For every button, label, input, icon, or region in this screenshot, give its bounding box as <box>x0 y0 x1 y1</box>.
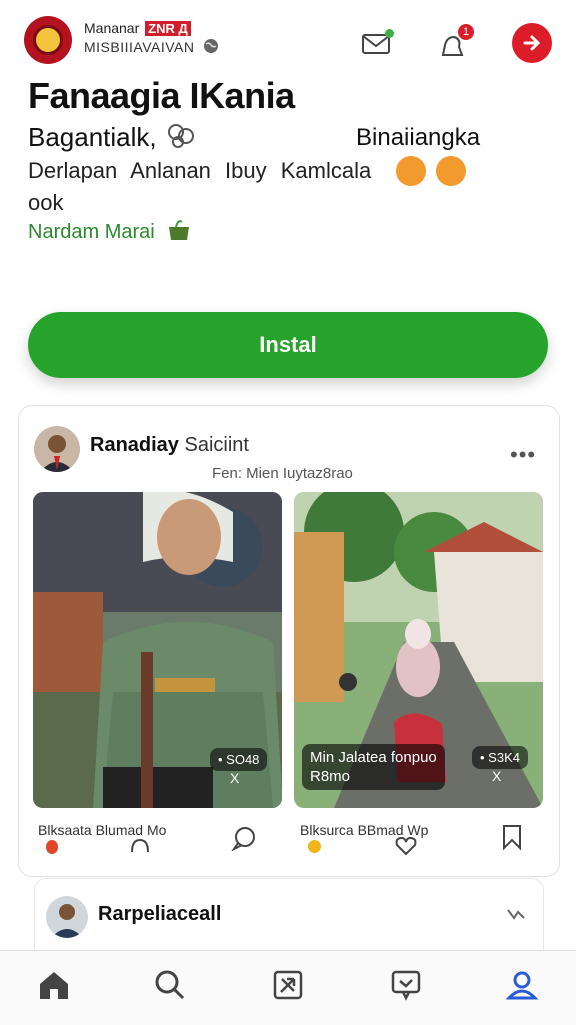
image-caption-line-2: R8mo <box>310 768 351 785</box>
create-icon <box>273 970 303 1000</box>
brand-tag: ZNR Д <box>145 21 191 36</box>
flower-icon <box>167 124 194 148</box>
post-2-author[interactable]: Rarpeliaceall <box>98 903 221 926</box>
author-avatar-2[interactable] <box>46 896 88 938</box>
face-emoji-icon-2 <box>436 156 466 186</box>
like-icon[interactable] <box>394 834 418 856</box>
tab-home[interactable] <box>34 965 74 1005</box>
arrow-right-icon <box>523 35 541 51</box>
author-avatar[interactable] <box>34 426 80 472</box>
brand-name: Mananar ZNR Д <box>84 20 191 36</box>
star-icon <box>308 840 321 853</box>
notification-badge: 1 <box>458 24 474 40</box>
mail-status-dot <box>385 29 394 38</box>
chevron-icon[interactable] <box>506 906 526 922</box>
notifications-button[interactable]: 1 <box>436 24 474 62</box>
post-subtitle: Fen: Mien Iuytaz8rao <box>212 465 353 482</box>
hero-line-1-right: Binaiiangka <box>356 124 481 151</box>
chat-bubble-icon[interactable] <box>230 825 258 851</box>
brand-line-2: MISBIIIAVAIVAN <box>84 39 195 55</box>
tab-create[interactable] <box>268 965 308 1005</box>
hero-line-3: ook <box>28 190 64 215</box>
bookmark-icon[interactable] <box>500 824 524 850</box>
page-title: Fanaagia IKania <box>28 75 295 116</box>
tab-search[interactable] <box>150 965 190 1005</box>
profile-icon <box>506 971 538 1000</box>
image-badge-left-close: X <box>230 770 240 786</box>
post-author-name: Ranadiay <box>90 434 179 456</box>
post-author-suffix: Saiciint <box>184 434 249 456</box>
pot-icon <box>169 220 190 240</box>
image-badge-right-close: X <box>492 768 502 784</box>
messages-icon <box>391 970 421 1001</box>
hero-green-label: Nardam Marai <box>28 218 192 244</box>
install-button[interactable]: Instal <box>28 312 548 378</box>
image-caption-line-1: Min Jalatea fonpuo <box>310 749 437 766</box>
post-author[interactable]: Ranadiay Saiciint <box>90 434 249 457</box>
hero-line-2: Derlapan Anlanan Ibuy Kamlcala <box>28 158 372 183</box>
globe-icon <box>204 39 218 53</box>
tab-messages[interactable] <box>386 965 426 1005</box>
comment-icon[interactable] <box>130 836 150 854</box>
brand-line-1: Mananar <box>84 20 140 36</box>
install-label: Instal <box>259 332 317 357</box>
more-options-button[interactable]: ••• <box>510 442 536 468</box>
image-badge-right: • S3K4 <box>472 746 528 769</box>
image-caption-right: Min Jalatea fonpuo R8mo <box>302 744 445 790</box>
mail-button[interactable] <box>359 26 394 60</box>
hero-line-1-left: Bagantialk, <box>28 122 200 153</box>
search-icon <box>155 970 185 1000</box>
flame-icon <box>46 840 58 854</box>
home-icon <box>40 972 68 999</box>
bottom-tab-bar <box>0 950 576 1025</box>
image-badge-left: • SO48 <box>210 748 268 771</box>
app-logo <box>24 16 72 64</box>
forward-button[interactable] <box>512 23 552 63</box>
face-emoji-icon <box>396 156 426 186</box>
tab-profile[interactable] <box>502 965 542 1005</box>
